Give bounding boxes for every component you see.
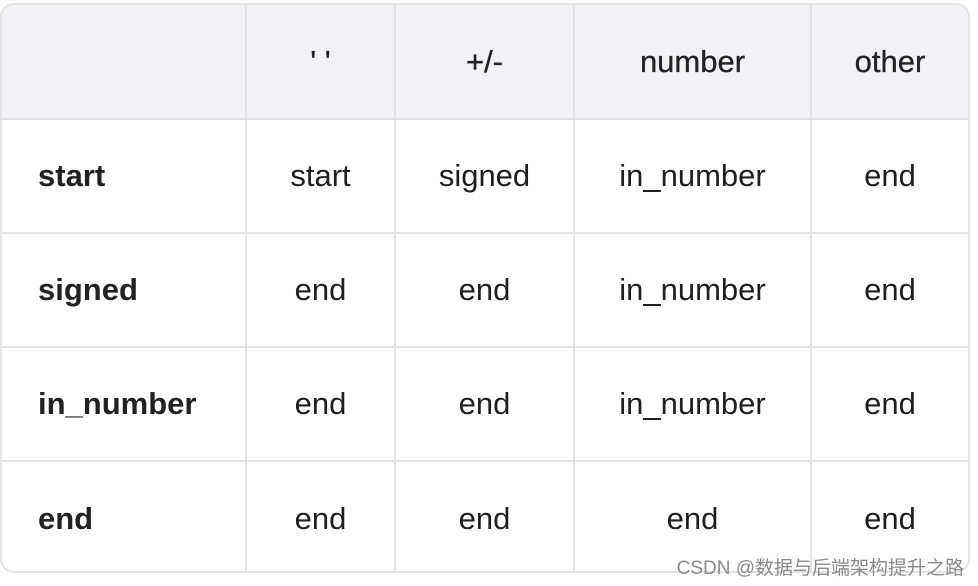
table-cell: signed	[395, 119, 575, 234]
table-row: in_number end end in_number end	[2, 347, 968, 462]
row-state-label: start	[2, 119, 247, 234]
header-cell-corner	[2, 5, 247, 120]
row-state-label: end	[2, 461, 247, 571]
table-cell: end	[395, 347, 575, 462]
header-cell-number: number	[574, 5, 812, 120]
table-cell: end	[395, 233, 575, 348]
header-cell-sign: +/-	[395, 5, 575, 120]
table-cell: end	[811, 233, 968, 348]
table-cell: start	[246, 119, 396, 234]
state-transition-table: ' ' +/- number other start start signed …	[0, 3, 970, 573]
table-cell: end	[246, 347, 396, 462]
table-cell: end	[395, 461, 575, 571]
header-cell-space: ' '	[246, 5, 396, 120]
watermark: CSDN @数据与后端架构提升之路	[676, 558, 964, 579]
table-cell: in_number	[574, 233, 812, 348]
header-cell-other: other	[811, 5, 968, 120]
table-cell: in_number	[574, 347, 812, 462]
table-row: signed end end in_number end	[2, 233, 968, 348]
row-state-label: in_number	[2, 347, 247, 462]
table-cell: in_number	[574, 119, 812, 234]
table-cell: end	[246, 233, 396, 348]
table-cell: end	[246, 461, 396, 571]
table-cell: end	[811, 119, 968, 234]
table-cell: end	[811, 347, 968, 462]
table-row: start start signed in_number end	[2, 119, 968, 234]
header-row: ' ' +/- number other	[2, 5, 968, 120]
row-state-label: signed	[2, 233, 247, 348]
